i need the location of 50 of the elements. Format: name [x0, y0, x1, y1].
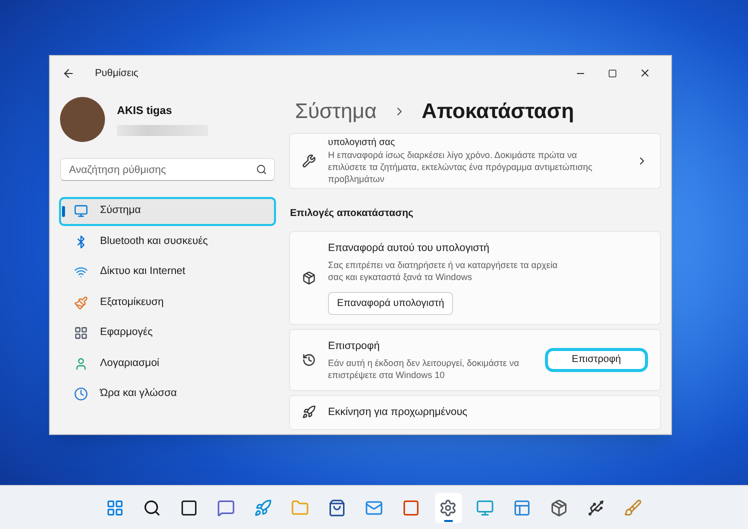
control-panel-icon [513, 498, 531, 516]
chat-icon [217, 498, 235, 516]
profile-name: AKIS tigas [117, 104, 174, 119]
search-icon [143, 498, 161, 516]
clock-icon [74, 387, 88, 402]
store-bag-icon [328, 498, 346, 516]
sidebar-item[interactable]: Ώρα και γλώσσα [60, 381, 275, 408]
option-title: Επιστροφή [328, 338, 381, 354]
sidebar-item[interactable]: Εφαρμογές [60, 320, 275, 346]
reset-pc-button[interactable]: Επαναφορά υπολογιστή [328, 292, 454, 315]
go-back-button[interactable]: Επιστροφή [544, 348, 648, 372]
maximize-icon[interactable] [608, 68, 617, 78]
rocket-icon [302, 405, 316, 420]
search-icon [256, 164, 267, 175]
monitor-icon [74, 204, 88, 218]
start-grid-icon [106, 498, 124, 516]
mail-icon [365, 498, 383, 516]
usb-drive-icon [587, 498, 605, 516]
option-title: Επαναφορά αυτού του υπολογιστή [328, 241, 490, 256]
settings-card[interactable]: υπολογιστή σας Η επαναφορά ίσως διαρκέσει λίγο χρόνο. Δοκιμάστε πρώτα να επιλύσετε τα ζητήματα, εκτελώντας ένα πρόγραμμα αντιμετώπισης προβλημάτων [289, 133, 661, 189]
option-description: Εάν αυτή η έκδοση δεν λειτουργεί, δοκιμάστε να επιστρέψετε στα Windows 10 [328, 356, 520, 380]
active-indicator [444, 520, 452, 522]
wifi-icon [74, 265, 88, 280]
search-field[interactable]: Αναζήτηση ρύθμισης [60, 158, 275, 181]
sidebar-item[interactable]: Λογαριασμοί [60, 350, 275, 377]
card-title: υπολογιστή σας [328, 137, 396, 148]
section-title: Επιλογές αποκατάστασης [289, 207, 414, 221]
selection-indicator [62, 206, 65, 217]
sidebar-item[interactable]: Σύστημα [60, 198, 275, 224]
sidebar-item[interactable]: Δίκτυο και Internet [60, 259, 275, 286]
monitor-icon [476, 498, 494, 516]
folder-icon [291, 498, 309, 516]
close-icon[interactable] [639, 67, 651, 79]
page-title: Αποκατάσταση [422, 98, 574, 125]
option-title: Εκκίνηση για προχωρημένους [328, 404, 468, 420]
window-title: Ρυθμίσεις [95, 66, 138, 80]
settings-icon [439, 498, 457, 516]
taskbar-button[interactable] [434, 492, 462, 522]
installer-box-icon [550, 498, 568, 516]
apps-grid-icon [74, 326, 88, 340]
sidebar-item[interactable]: Εξατομίκευση [60, 290, 275, 316]
paintbrush-icon [74, 296, 88, 310]
back-arrow-icon[interactable] [62, 66, 75, 80]
card-description: Η επαναφορά ίσως διαρκέσει λίγο χρόνο. Δοκιμάστε πρώτα να επιλύσετε τα ζητήματα, εκτελώντας ένα πρόγραμμα αντιμετώπισης προβλημάτων [328, 149, 594, 185]
history-icon [302, 352, 316, 367]
option-description: Σας επιτρέπει να διατηρήσετε ή να καταργήσετε τα αρχεία σας και εγκαταστά ξανά τα Windows [328, 258, 558, 283]
wrench-icon [302, 154, 316, 168]
person-icon [74, 356, 88, 371]
sidebar-item[interactable]: Bluetooth και συσκευές [60, 228, 275, 255]
breadcrumb-parent[interactable]: Σύστημα [295, 96, 377, 128]
